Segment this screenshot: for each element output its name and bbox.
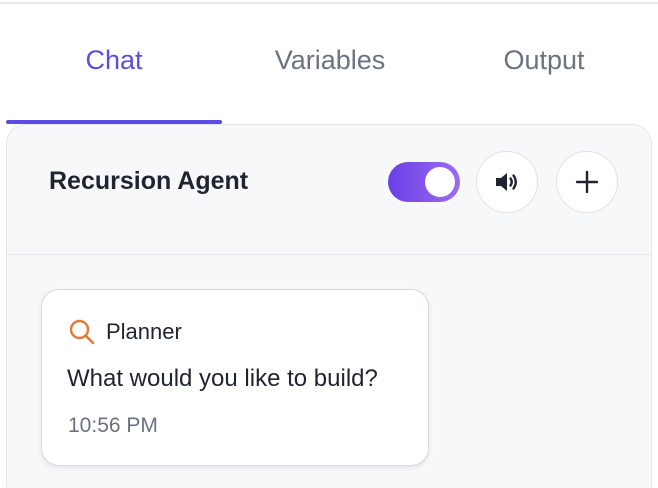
message-text: What would you like to build? bbox=[67, 365, 378, 392]
message-timestamp: 10:56 PM bbox=[68, 414, 158, 437]
message-sender: Planner bbox=[106, 319, 182, 344]
chat-header: Recursion Agent bbox=[7, 125, 651, 255]
agent-toggle[interactable] bbox=[388, 162, 460, 202]
tab-bar: Chat Variables Output bbox=[6, 28, 658, 124]
search-icon bbox=[68, 318, 106, 346]
agent-title: Recursion Agent bbox=[49, 167, 249, 195]
tab-output-label: Output bbox=[503, 44, 585, 75]
tab-variables-label: Variables bbox=[274, 44, 386, 75]
app-root: Chat Variables Output Recursion Agent Pl… bbox=[0, 0, 658, 488]
top-divider bbox=[0, 2, 658, 4]
add-button[interactable] bbox=[556, 151, 618, 213]
toggle-knob bbox=[425, 167, 455, 197]
sound-button[interactable] bbox=[476, 151, 538, 213]
tab-variables[interactable]: Variables bbox=[222, 28, 438, 92]
message-header: Planner bbox=[68, 318, 182, 346]
chat-panel: Recursion Agent Planner What would you l… bbox=[6, 124, 652, 488]
tab-chat-label: Chat bbox=[85, 44, 143, 75]
speaker-icon bbox=[492, 167, 522, 197]
tab-output[interactable]: Output bbox=[436, 28, 652, 92]
plus-icon bbox=[574, 169, 600, 195]
message-card: Planner What would you like to build? 10… bbox=[41, 289, 429, 466]
tab-chat[interactable]: Chat bbox=[6, 28, 222, 92]
